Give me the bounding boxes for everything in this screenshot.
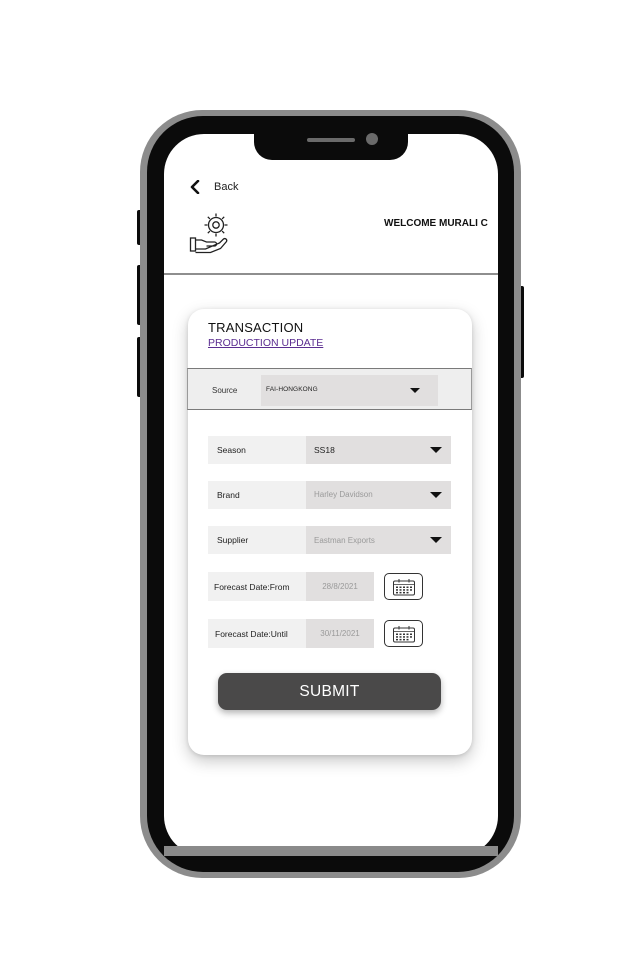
supplier-label-text: Supplier bbox=[217, 535, 249, 545]
phone-speaker bbox=[307, 138, 355, 142]
forecast-from-label: Forecast Date:From bbox=[208, 572, 306, 601]
season-label: Season bbox=[208, 436, 306, 464]
forecast-from-calendar-button[interactable] bbox=[384, 573, 423, 600]
submit-label: SUBMIT bbox=[299, 682, 360, 700]
chevron-left-icon bbox=[190, 180, 200, 194]
forecast-until-calendar-button[interactable] bbox=[384, 620, 423, 647]
supplier-value: Eastman Exports bbox=[314, 536, 375, 545]
season-label-text: Season bbox=[217, 445, 246, 455]
production-update-link[interactable]: PRODUCTION UPDATE bbox=[208, 337, 323, 349]
supplier-chevron-down-icon bbox=[430, 537, 442, 543]
source-label: Source bbox=[212, 386, 238, 395]
forecast-from-label-text: Forecast Date:From bbox=[214, 581, 290, 592]
forecast-from-input[interactable]: 28/8/2021 bbox=[306, 572, 374, 601]
gear-hand-icon bbox=[189, 213, 228, 254]
calendar-icon bbox=[392, 578, 415, 595]
welcome-message: WELCOME MURALI C bbox=[384, 218, 488, 229]
header-divider bbox=[164, 273, 498, 275]
source-chevron-down-icon bbox=[410, 388, 420, 393]
forecast-until-label-text: Forecast Date:Until bbox=[215, 628, 288, 639]
season-chevron-down-icon bbox=[430, 447, 442, 453]
calendar-icon bbox=[392, 625, 415, 642]
source-value: FAI-HONGKONG bbox=[266, 386, 318, 393]
forecast-from-value: 28/8/2021 bbox=[322, 582, 358, 591]
brand-label-text: Brand bbox=[217, 490, 240, 500]
forecast-until-value: 30/11/2021 bbox=[320, 629, 360, 638]
forecast-until-label: Forecast Date:Until bbox=[208, 619, 306, 648]
season-value: SS18 bbox=[314, 445, 335, 455]
phone-camera bbox=[366, 133, 378, 145]
supplier-label: Supplier bbox=[208, 526, 306, 554]
back-label: Back bbox=[214, 181, 239, 193]
brand-label: Brand bbox=[208, 481, 306, 509]
forecast-until-input[interactable]: 30/11/2021 bbox=[306, 619, 374, 648]
back-button[interactable]: Back bbox=[190, 180, 238, 194]
brand-chevron-down-icon bbox=[430, 492, 442, 498]
card-title: TRANSACTION bbox=[208, 320, 304, 335]
submit-button[interactable]: SUBMIT bbox=[218, 673, 441, 710]
screen-bottom-bar bbox=[164, 846, 498, 856]
brand-value: Harley Davidson bbox=[314, 490, 373, 499]
